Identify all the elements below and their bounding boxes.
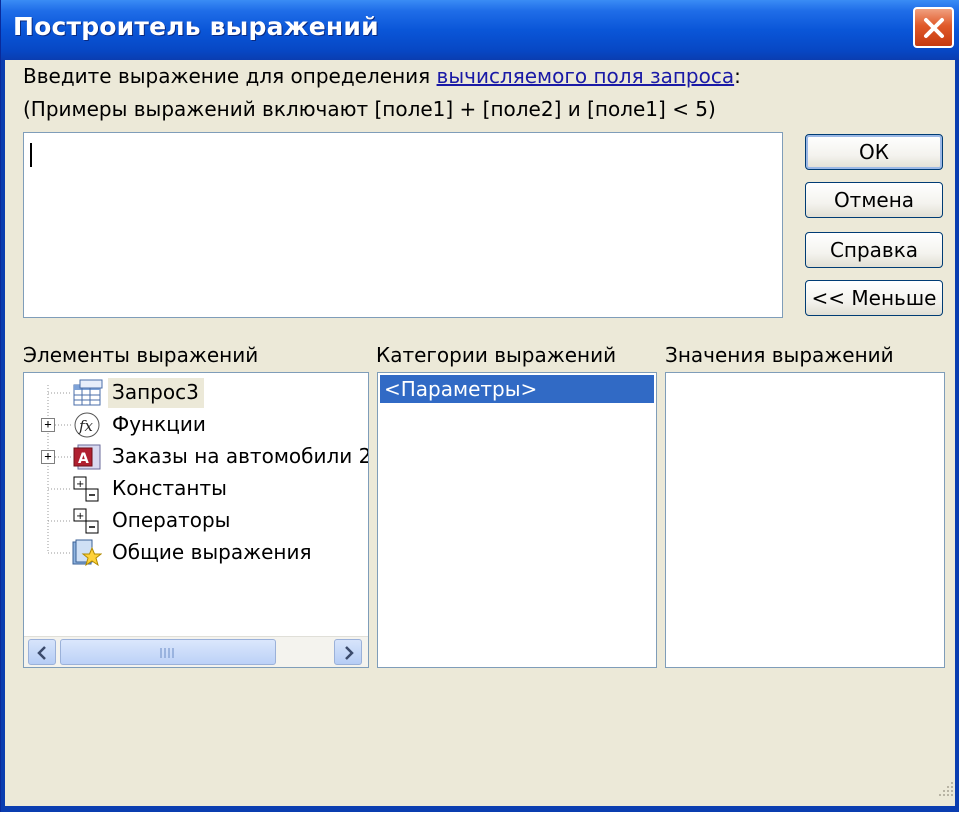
expand-icon[interactable]: +	[41, 418, 55, 432]
tree-item-common-expressions[interactable]: Общие выражения	[24, 538, 368, 568]
expression-builder-dialog: Построитель выражений Введите выражение …	[0, 0, 959, 812]
less-button[interactable]: << Меньше	[805, 280, 943, 316]
values-label: Значения выражений	[665, 343, 894, 367]
text-caret	[30, 143, 32, 167]
window-frame-bottom	[1, 806, 959, 812]
help-button[interactable]: Справка	[805, 232, 943, 268]
tree-label-database: Заказы на автомобили 20	[112, 444, 369, 468]
function-icon: fx	[72, 411, 102, 443]
tree-item-database[interactable]: + A Заказы на автомобили 20	[24, 442, 368, 472]
horizontal-scrollbar[interactable]	[24, 636, 368, 667]
window-title: Построитель выражений	[13, 12, 379, 41]
expression-input[interactable]	[23, 132, 783, 318]
ok-button[interactable]: ОК	[805, 134, 943, 170]
category-item-parameters[interactable]: <Параметры>	[380, 375, 654, 403]
tree-label-operators: Операторы	[112, 508, 231, 532]
scroll-right-button[interactable]	[334, 639, 362, 665]
common-expressions-icon	[70, 538, 103, 572]
svg-text:+: +	[76, 511, 84, 522]
prompt-suffix: :	[734, 64, 741, 88]
grip-icon	[160, 648, 174, 658]
scroll-thumb[interactable]	[60, 639, 276, 665]
svg-text:fx: fx	[78, 417, 94, 435]
svg-text:A: A	[78, 451, 89, 467]
arrow-right-icon	[345, 646, 354, 660]
calculated-field-link[interactable]: вычисляемого поля запроса	[437, 64, 735, 88]
expand-icon[interactable]: +	[41, 450, 55, 464]
constants-icon: +	[72, 475, 102, 509]
tree-item-constants[interactable]: + Константы	[24, 474, 368, 504]
tree-item-functions[interactable]: + fx Функции	[24, 410, 368, 440]
operators-icon: +	[72, 507, 102, 541]
scroll-left-button[interactable]	[28, 639, 56, 665]
elements-label: Элементы выражений	[23, 343, 259, 367]
tree-label-query: Запрос3	[112, 380, 199, 404]
tree-label-functions: Функции	[112, 412, 206, 436]
window-frame-right	[955, 60, 959, 812]
categories-label: Категории выражений	[376, 343, 617, 367]
window-frame-left	[1, 60, 5, 812]
query-icon	[72, 379, 104, 411]
tree-label-common-expressions: Общие выражения	[112, 540, 312, 564]
access-database-icon: A	[72, 443, 104, 475]
tree-label-constants: Константы	[112, 476, 227, 500]
title-bar[interactable]: Построитель выражений	[1, 0, 959, 60]
values-list[interactable]	[665, 372, 945, 668]
close-button[interactable]	[913, 7, 954, 48]
elements-tree[interactable]: Запрос3 + fx Функции + A Заказы на автом…	[23, 372, 369, 668]
cancel-button[interactable]: Отмена	[805, 182, 943, 218]
resize-grip-icon[interactable]	[937, 780, 955, 798]
prompt-line-2: (Примеры выражений включают [поле1] + [п…	[23, 97, 716, 121]
svg-text:+: +	[76, 479, 84, 490]
tree-item-operators[interactable]: + Операторы	[24, 506, 368, 536]
arrow-left-icon	[37, 646, 46, 660]
prompt-prefix: Введите выражение для определения	[23, 64, 437, 88]
categories-list[interactable]: <Параметры>	[377, 372, 657, 668]
prompt-line-1: Введите выражение для определения вычисл…	[23, 64, 741, 88]
tree-item-query[interactable]: Запрос3	[24, 378, 368, 408]
